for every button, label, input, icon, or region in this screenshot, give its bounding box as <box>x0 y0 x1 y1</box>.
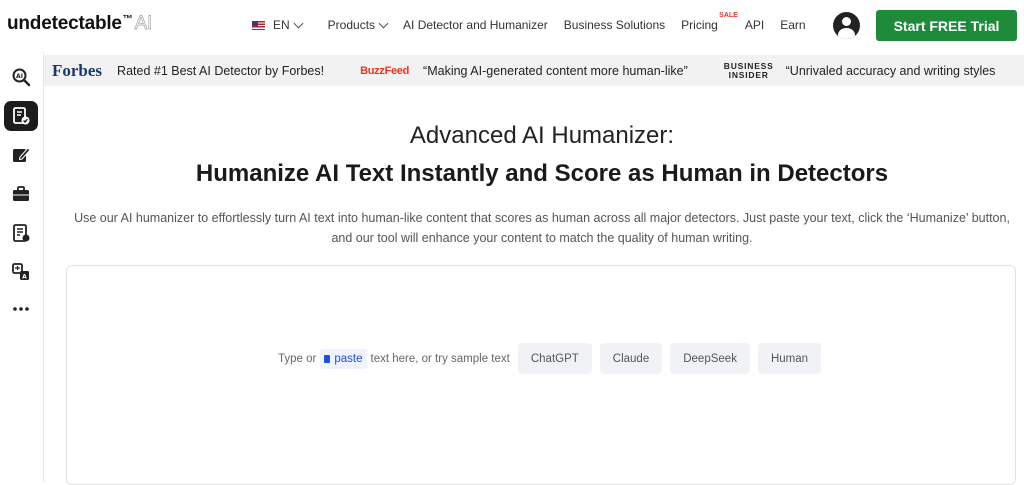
nav-pricing[interactable]: Pricing SALE <box>681 12 738 32</box>
nav-ai-detector[interactable]: AI Detector and Humanizer <box>403 18 548 32</box>
paste-label: paste <box>334 352 363 365</box>
translate-icon: A <box>12 263 29 281</box>
sale-badge: SALE <box>719 12 738 19</box>
paste-button[interactable]: paste <box>320 348 367 369</box>
page-subtitle: Humanize AI Text Instantly and Score as … <box>195 160 889 187</box>
svg-text:A: A <box>22 274 27 281</box>
user-avatar-icon[interactable] <box>833 12 860 39</box>
writer-icon <box>13 147 31 162</box>
brand-ai: AI <box>134 13 153 34</box>
svg-text:AI: AI <box>16 73 23 80</box>
bi-logo-line2: INSIDER <box>728 69 769 80</box>
buzzfeed-logo: BuzzFeed <box>360 64 410 77</box>
nav-api-label: API <box>744 18 765 32</box>
business-insider-quote: “Unrivaled accuracy and writing styles <box>785 63 996 78</box>
buzzfeed-quote: “Making AI-generated content more human-… <box>423 63 688 78</box>
us-flag-icon <box>252 20 265 30</box>
prompt-after: text here, or try sample text <box>370 352 510 365</box>
clipboard-icon <box>324 354 331 363</box>
top-header: undetectable ™ AI EN Products AI Detecto… <box>0 0 1024 52</box>
nav-business-solutions[interactable]: Business Solutions <box>564 18 665 32</box>
main-nav: EN Products AI Detector and Humanizer Bu… <box>252 0 822 50</box>
nav-earn[interactable]: Earn <box>780 18 805 32</box>
forbes-logo: Forbes <box>52 60 103 80</box>
sidebar-more[interactable] <box>4 294 38 324</box>
sample-human-button[interactable]: Human <box>757 343 822 374</box>
sidebar-writer[interactable] <box>4 140 38 170</box>
page-description: Use our AI humanizer to effortlessly tur… <box>74 211 1010 245</box>
nav-pricing-label: Pricing <box>681 18 718 32</box>
prompt-before: Type or <box>278 352 317 365</box>
chevron-down-icon <box>378 18 389 28</box>
nav-ai-detector-label: AI Detector and Humanizer <box>403 18 548 32</box>
brand-logo[interactable]: undetectable ™ AI <box>7 13 153 35</box>
ai-detector-icon: AI <box>12 68 31 87</box>
sample-chatgpt-button[interactable]: ChatGPT <box>517 343 592 374</box>
nav-earn-label: Earn <box>780 18 806 32</box>
tool-sidebar: AI A <box>0 52 44 482</box>
start-free-trial-button[interactable]: Start FREE Trial <box>876 10 1017 41</box>
brand-tm: ™ <box>122 14 133 25</box>
editor-prompt: Type or paste text here, or try sample t… <box>278 343 822 374</box>
sidebar-document[interactable] <box>4 218 38 248</box>
nav-api[interactable]: API <box>745 18 764 32</box>
nav-products-label: Products <box>327 18 376 32</box>
sidebar-translate[interactable]: A <box>4 257 38 287</box>
chevron-down-icon <box>293 18 304 28</box>
document-icon <box>13 224 30 242</box>
sample-claude-button[interactable]: Claude <box>599 343 663 374</box>
business-icon <box>13 186 29 201</box>
sidebar-humanizer[interactable] <box>4 101 38 131</box>
forbes-quote: Rated #1 Best AI Detector by Forbes! <box>117 63 325 78</box>
language-label: EN <box>273 18 290 32</box>
nav-products[interactable]: Products <box>327 18 389 32</box>
brand-name: undetectable <box>7 13 122 34</box>
language-selector[interactable]: EN <box>252 18 304 32</box>
sample-deepseek-button[interactable]: DeepSeek <box>670 343 750 374</box>
more-icon <box>13 307 29 311</box>
nav-business-label: Business Solutions <box>563 18 666 32</box>
page-title: Advanced AI Humanizer: <box>409 122 675 149</box>
text-input-area[interactable] <box>66 265 1016 485</box>
humanizer-icon <box>13 107 30 125</box>
business-insider-logo: BUSINESS INSIDER <box>724 61 774 80</box>
sidebar-business[interactable] <box>4 179 38 209</box>
press-banner: Forbes Rated #1 Best AI Detector by Forb… <box>44 55 1024 86</box>
sidebar-ai-detector[interactable]: AI <box>4 62 38 92</box>
